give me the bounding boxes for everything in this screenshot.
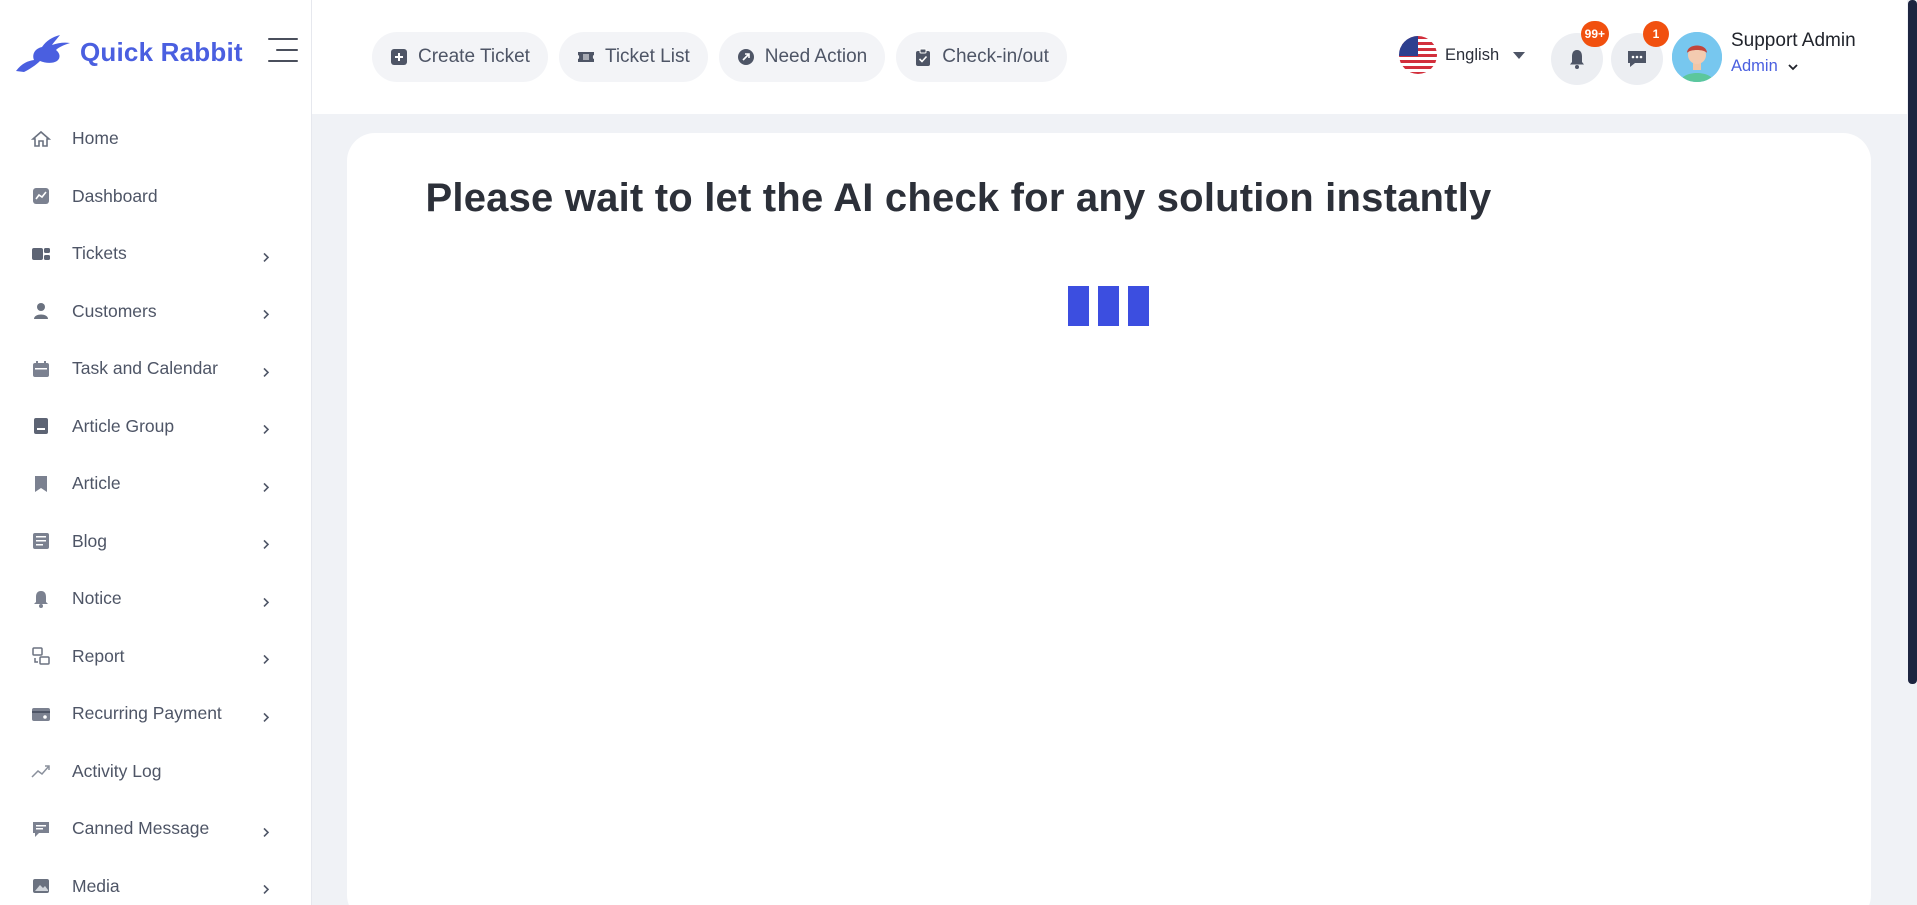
sidebar-item-notice[interactable]: Notice (0, 570, 312, 628)
home-icon (30, 128, 52, 150)
notifications-button[interactable]: 99+ (1551, 21, 1609, 85)
bookmark-icon (30, 473, 52, 495)
notifications-badge: 99+ (1580, 21, 1609, 47)
user-icon (30, 300, 52, 322)
chevron-right-icon (260, 710, 272, 722)
loading-indicator (1068, 286, 1149, 326)
chevron-right-icon (260, 538, 272, 550)
sidebar-item-label: Article (72, 473, 121, 494)
chevron-right-icon (260, 480, 272, 492)
chevron-right-icon (260, 250, 272, 262)
sidebar-item-label: Customers (72, 300, 157, 321)
chevron-right-icon (260, 825, 272, 837)
chevron-right-icon (260, 308, 272, 320)
messages-button[interactable]: 1 (1611, 21, 1669, 85)
sidebar-item-media[interactable]: Media (0, 858, 312, 905)
loader-bar (1128, 286, 1149, 326)
scrollbar-thumb[interactable] (1908, 0, 1917, 684)
loader-bar (1068, 286, 1089, 326)
user-role-label: Admin (1731, 57, 1778, 75)
check-in-out-label: Check-in/out (942, 46, 1049, 67)
sidebar-item-article[interactable]: Article (0, 455, 312, 513)
create-ticket-label: Create Ticket (418, 46, 530, 67)
avatar[interactable] (1672, 32, 1722, 82)
calendar-icon (30, 358, 52, 380)
bell-icon (1570, 50, 1584, 69)
sidebar-item-activity-log[interactable]: Activity Log (0, 743, 312, 801)
sidebar-item-blog[interactable]: Blog (0, 513, 312, 571)
chevron-right-icon (260, 595, 272, 607)
ticket-list-label: Ticket List (604, 46, 690, 67)
brand-name: Quick Rabbit (80, 36, 243, 67)
image-icon (30, 875, 52, 897)
sidebar-item-report[interactable]: Report (0, 628, 312, 686)
blog-icon (30, 530, 52, 552)
sidebar: Quick Rabbit Home Dashboard Tickets Cust… (0, 0, 312, 905)
sidebar-item-canned-message[interactable]: Canned Message (0, 800, 312, 858)
ticket-icon (577, 52, 594, 62)
clipboard-icon (916, 48, 931, 66)
report-icon (30, 645, 52, 667)
sidebar-item-label: Blog (72, 530, 108, 551)
messages-badge: 1 (1643, 21, 1669, 47)
sidebar-item-recurring-payment[interactable]: Recurring Payment (0, 685, 312, 743)
sidebar-item-label: Article Group (72, 415, 175, 436)
chevron-right-icon (260, 883, 272, 895)
user-role-dropdown[interactable]: Admin (1731, 57, 1800, 76)
us-flag-icon (1399, 36, 1437, 74)
main-card (347, 133, 1871, 905)
arrow-circle-icon (737, 49, 754, 65)
need-action-label: Need Action (764, 46, 868, 67)
page-title: Please wait to let the AI check for any … (425, 176, 1492, 220)
user-name[interactable]: Support Admin (1731, 30, 1856, 52)
chat-icon (1628, 51, 1646, 67)
sidebar-item-label: Task and Calendar (72, 358, 218, 379)
trend-icon (30, 760, 52, 782)
sidebar-item-label: Canned Message (72, 818, 210, 839)
sidebar-item-label: Activity Log (72, 760, 162, 781)
brand[interactable]: Quick Rabbit (12, 24, 243, 80)
plus-square-icon (391, 49, 407, 65)
sidebar-item-customers[interactable]: Customers (0, 283, 312, 341)
sidebar-item-label: Report (72, 645, 125, 666)
quick-actions: Create Ticket Ticket List Need Action Ch… (372, 32, 1067, 82)
sidebar-item-label: Tickets (72, 243, 127, 264)
sidebar-item-task-calendar[interactable]: Task and Calendar (0, 340, 312, 398)
sidebar-item-label: Media (72, 875, 120, 896)
article-group-icon (30, 415, 52, 437)
sidebar-item-tickets[interactable]: Tickets (0, 225, 312, 283)
chevron-right-icon (260, 365, 272, 377)
need-action-button[interactable]: Need Action (718, 32, 886, 82)
menu-toggle-icon[interactable] (268, 38, 298, 64)
sidebar-item-home[interactable]: Home (0, 110, 312, 168)
caret-down-icon (1513, 51, 1526, 59)
chevron-right-icon (260, 653, 272, 665)
sidebar-item-label: Home (72, 128, 119, 149)
language-selector[interactable]: English (1399, 36, 1526, 74)
chevron-down-icon (1788, 63, 1798, 70)
check-in-out-button[interactable]: Check-in/out (896, 32, 1067, 82)
topbar: Create Ticket Ticket List Need Action Ch… (312, 0, 1917, 114)
sidebar-nav: Home Dashboard Tickets Customers Task an… (0, 110, 312, 905)
bell-icon (30, 588, 52, 610)
sidebar-item-article-group[interactable]: Article Group (0, 398, 312, 456)
sidebar-item-label: Notice (72, 588, 122, 609)
loader-bar (1098, 286, 1119, 326)
ticket-list-button[interactable]: Ticket List (558, 32, 708, 82)
card-icon (30, 703, 52, 725)
rabbit-logo-icon (16, 35, 70, 72)
sidebar-item-label: Recurring Payment (72, 703, 222, 724)
message-icon (30, 818, 52, 840)
create-ticket-button[interactable]: Create Ticket (372, 32, 548, 82)
chevron-right-icon (260, 423, 272, 435)
ticket-icon (30, 243, 52, 265)
language-label: English (1445, 45, 1500, 64)
